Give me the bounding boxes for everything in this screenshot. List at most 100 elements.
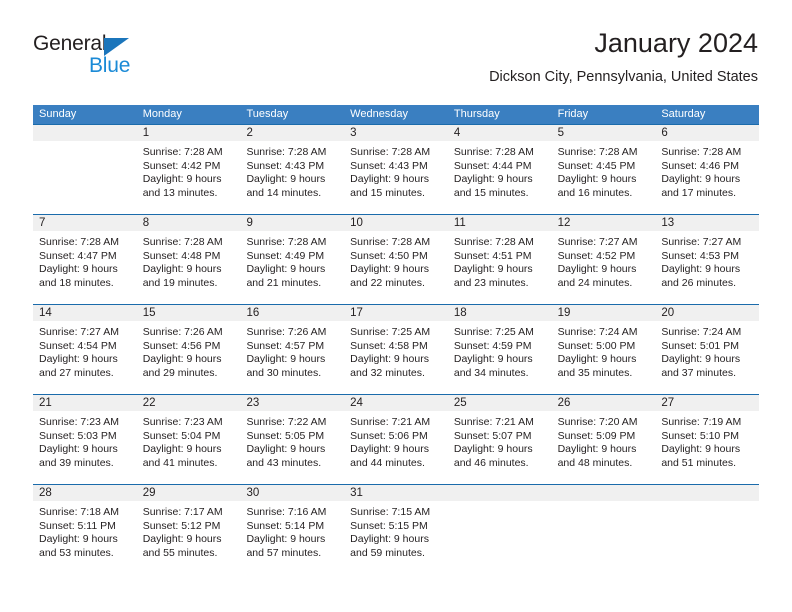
daylight-text-line2: and 39 minutes. bbox=[39, 456, 114, 469]
day-number[interactable]: 21 bbox=[33, 395, 137, 411]
day-cell[interactable] bbox=[448, 501, 552, 574]
sunset-text: Sunset: 4:42 PM bbox=[142, 159, 221, 172]
day-cell[interactable]: Sunrise: 7:28 AM Sunset: 4:49 PM Dayligh… bbox=[240, 231, 344, 304]
day-cell[interactable]: Sunrise: 7:28 AM Sunset: 4:46 PM Dayligh… bbox=[655, 141, 759, 214]
day-number[interactable]: 7 bbox=[33, 215, 137, 231]
day-number[interactable]: 10 bbox=[344, 215, 448, 231]
sunset-text: Sunset: 5:00 PM bbox=[557, 339, 636, 352]
day-number[interactable]: 20 bbox=[655, 305, 759, 321]
day-number[interactable]: 25 bbox=[448, 395, 552, 411]
week-daynumber-band: 1 2 3 4 5 6 bbox=[33, 125, 759, 141]
day-cell[interactable]: Sunrise: 7:23 AM Sunset: 5:03 PM Dayligh… bbox=[33, 411, 137, 484]
day-number[interactable] bbox=[552, 485, 656, 501]
daylight-text-line2: and 18 minutes. bbox=[39, 276, 114, 289]
day-cell[interactable] bbox=[655, 501, 759, 574]
day-cell[interactable]: Sunrise: 7:16 AM Sunset: 5:14 PM Dayligh… bbox=[240, 501, 344, 574]
day-cell[interactable]: Sunrise: 7:28 AM Sunset: 4:48 PM Dayligh… bbox=[137, 231, 241, 304]
week-daynumber-band: 7 8 9 10 11 12 13 bbox=[33, 215, 759, 231]
day-number[interactable]: 22 bbox=[137, 395, 241, 411]
day-number[interactable]: 31 bbox=[344, 485, 448, 501]
day-cell[interactable] bbox=[552, 501, 656, 574]
day-cell[interactable]: Sunrise: 7:17 AM Sunset: 5:12 PM Dayligh… bbox=[137, 501, 241, 574]
day-cell[interactable]: Sunrise: 7:28 AM Sunset: 4:47 PM Dayligh… bbox=[33, 231, 137, 304]
day-number[interactable] bbox=[448, 485, 552, 501]
day-cell[interactable]: Sunrise: 7:19 AM Sunset: 5:10 PM Dayligh… bbox=[655, 411, 759, 484]
day-cell[interactable]: Sunrise: 7:28 AM Sunset: 4:44 PM Dayligh… bbox=[448, 141, 552, 214]
day-cell[interactable]: Sunrise: 7:15 AM Sunset: 5:15 PM Dayligh… bbox=[344, 501, 448, 574]
day-cell[interactable]: Sunrise: 7:27 AM Sunset: 4:53 PM Dayligh… bbox=[655, 231, 759, 304]
sunrise-text: Sunrise: 7:28 AM bbox=[142, 236, 223, 248]
day-number[interactable]: 27 bbox=[655, 395, 759, 411]
sunrise-text: Sunrise: 7:25 AM bbox=[453, 326, 534, 338]
page-subtitle: Dickson City, Pennsylvania, United State… bbox=[489, 69, 758, 85]
day-cell[interactable]: Sunrise: 7:24 AM Sunset: 5:00 PM Dayligh… bbox=[552, 321, 656, 394]
daylight-text-line1: Daylight: 9 hours bbox=[350, 533, 429, 546]
day-number[interactable]: 26 bbox=[552, 395, 656, 411]
day-number[interactable]: 18 bbox=[448, 305, 552, 321]
daylight-text-line2: and 19 minutes. bbox=[142, 276, 218, 289]
day-cell[interactable]: Sunrise: 7:25 AM Sunset: 4:58 PM Dayligh… bbox=[344, 321, 448, 394]
daylight-text-line2: and 32 minutes. bbox=[350, 366, 425, 379]
day-number[interactable]: 6 bbox=[655, 125, 759, 141]
day-number[interactable]: 17 bbox=[344, 305, 448, 321]
day-cell[interactable]: Sunrise: 7:18 AM Sunset: 5:11 PM Dayligh… bbox=[33, 501, 137, 574]
day-number[interactable]: 3 bbox=[344, 125, 448, 141]
sunrise-text: Sunrise: 7:21 AM bbox=[453, 416, 534, 428]
day-cell[interactable]: Sunrise: 7:28 AM Sunset: 4:43 PM Dayligh… bbox=[344, 141, 448, 214]
sunrise-text: Sunrise: 7:27 AM bbox=[661, 236, 742, 248]
day-number[interactable]: 11 bbox=[448, 215, 552, 231]
daylight-text-line2: and 15 minutes. bbox=[453, 186, 529, 199]
day-cell[interactable]: Sunrise: 7:23 AM Sunset: 5:04 PM Dayligh… bbox=[137, 411, 241, 484]
day-cell[interactable] bbox=[33, 141, 137, 214]
day-number[interactable]: 12 bbox=[552, 215, 656, 231]
day-cell[interactable]: Sunrise: 7:28 AM Sunset: 4:50 PM Dayligh… bbox=[344, 231, 448, 304]
day-number[interactable]: 2 bbox=[240, 125, 344, 141]
day-cell[interactable]: Sunrise: 7:26 AM Sunset: 4:57 PM Dayligh… bbox=[240, 321, 344, 394]
day-number[interactable] bbox=[655, 485, 759, 501]
day-cell[interactable]: Sunrise: 7:24 AM Sunset: 5:01 PM Dayligh… bbox=[655, 321, 759, 394]
day-number[interactable]: 30 bbox=[240, 485, 344, 501]
day-number[interactable]: 1 bbox=[137, 125, 241, 141]
day-number[interactable]: 15 bbox=[137, 305, 241, 321]
day-number[interactable]: 14 bbox=[33, 305, 137, 321]
day-cell[interactable]: Sunrise: 7:25 AM Sunset: 4:59 PM Dayligh… bbox=[448, 321, 552, 394]
daylight-text-line2: and 16 minutes. bbox=[557, 186, 633, 199]
day-number[interactable]: 23 bbox=[240, 395, 344, 411]
week-detail-band: Sunrise: 7:23 AM Sunset: 5:03 PM Dayligh… bbox=[33, 411, 759, 484]
daylight-text-line1: Daylight: 9 hours bbox=[557, 353, 637, 366]
day-number[interactable]: 4 bbox=[448, 125, 552, 141]
day-number[interactable]: 28 bbox=[33, 485, 137, 501]
generalblue-logo[interactable]: General Blue bbox=[33, 32, 213, 88]
sunrise-text: Sunrise: 7:22 AM bbox=[246, 416, 327, 428]
calendar-page: General Blue January 2024 Dickson City, … bbox=[0, 0, 792, 612]
day-cell[interactable]: Sunrise: 7:21 AM Sunset: 5:07 PM Dayligh… bbox=[448, 411, 552, 484]
day-number[interactable]: 5 bbox=[552, 125, 656, 141]
day-cell[interactable]: Sunrise: 7:28 AM Sunset: 4:43 PM Dayligh… bbox=[240, 141, 344, 214]
daylight-text-line2: and 41 minutes. bbox=[142, 456, 218, 469]
sunrise-text: Sunrise: 7:26 AM bbox=[142, 326, 223, 338]
day-cell[interactable]: Sunrise: 7:20 AM Sunset: 5:09 PM Dayligh… bbox=[552, 411, 656, 484]
day-cell[interactable]: Sunrise: 7:28 AM Sunset: 4:42 PM Dayligh… bbox=[137, 141, 241, 214]
daylight-text-line1: Daylight: 9 hours bbox=[142, 533, 222, 546]
day-number[interactable]: 16 bbox=[240, 305, 344, 321]
day-number[interactable]: 8 bbox=[137, 215, 241, 231]
daylight-text-line1: Daylight: 9 hours bbox=[453, 353, 533, 366]
day-cell[interactable]: Sunrise: 7:27 AM Sunset: 4:54 PM Dayligh… bbox=[33, 321, 137, 394]
day-number[interactable]: 9 bbox=[240, 215, 344, 231]
day-number[interactable]: 19 bbox=[552, 305, 656, 321]
day-cell[interactable]: Sunrise: 7:28 AM Sunset: 4:51 PM Dayligh… bbox=[448, 231, 552, 304]
daylight-text-line2: and 27 minutes. bbox=[39, 366, 114, 379]
daylight-text-line1: Daylight: 9 hours bbox=[39, 443, 118, 456]
day-cell[interactable]: Sunrise: 7:22 AM Sunset: 5:05 PM Dayligh… bbox=[240, 411, 344, 484]
weekday-header-saturday: Saturday bbox=[661, 108, 706, 120]
sunset-text: Sunset: 5:07 PM bbox=[453, 429, 532, 442]
day-cell[interactable]: Sunrise: 7:27 AM Sunset: 4:52 PM Dayligh… bbox=[552, 231, 656, 304]
day-cell[interactable]: Sunrise: 7:21 AM Sunset: 5:06 PM Dayligh… bbox=[344, 411, 448, 484]
day-number[interactable]: 13 bbox=[655, 215, 759, 231]
day-number[interactable]: 29 bbox=[137, 485, 241, 501]
day-number[interactable] bbox=[33, 125, 137, 141]
day-cell[interactable]: Sunrise: 7:26 AM Sunset: 4:56 PM Dayligh… bbox=[137, 321, 241, 394]
week-detail-band: Sunrise: 7:28 AM Sunset: 4:47 PM Dayligh… bbox=[33, 231, 759, 304]
day-number[interactable]: 24 bbox=[344, 395, 448, 411]
day-cell[interactable]: Sunrise: 7:28 AM Sunset: 4:45 PM Dayligh… bbox=[552, 141, 656, 214]
